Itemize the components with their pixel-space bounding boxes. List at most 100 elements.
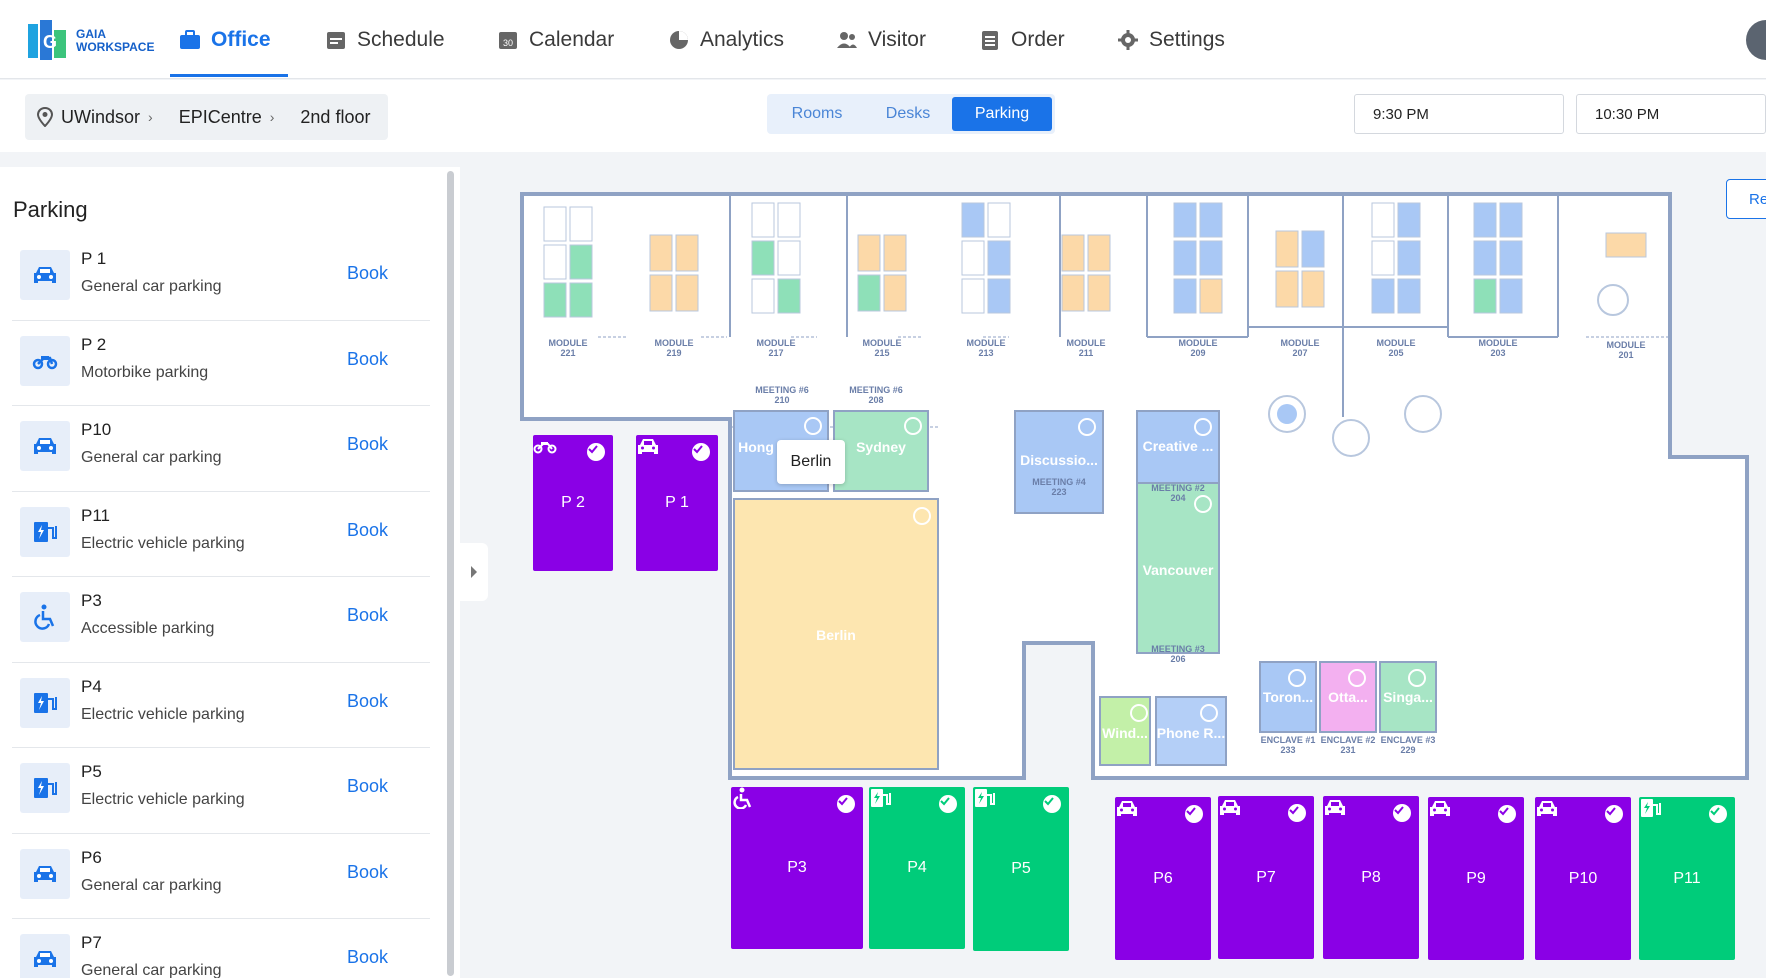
available-check-icon — [1605, 805, 1623, 823]
parking-spot-p4[interactable]: P4 — [869, 787, 965, 949]
room-phone[interactable]: Phone R... — [1156, 725, 1226, 741]
parking-spot-p11[interactable]: P11 — [1639, 797, 1735, 960]
room-windsor[interactable]: Wind... — [1100, 725, 1150, 741]
nav-office[interactable]: Office — [179, 0, 271, 79]
room-vancouver[interactable]: Vancouver — [1137, 562, 1219, 578]
parking-sidebar: Parking P 1 General car parking Book P 2… — [0, 167, 460, 978]
room-discussion[interactable]: Discussio... — [1015, 452, 1103, 468]
list-item[interactable]: P11 Electric vehicle parking Book — [12, 492, 430, 577]
room-ottawa[interactable]: Otta... — [1320, 689, 1376, 705]
parking-list: P 1 General car parking Book P 2 Motorbi… — [12, 235, 430, 978]
list-item[interactable]: P6 General car parking Book — [12, 834, 430, 919]
parking-spot-p10[interactable]: P10 — [1535, 797, 1631, 960]
location-bar: UWindsor › EPICentre › 2nd floor Rooms D… — [0, 80, 1766, 152]
parking-spot-label: P3 — [787, 859, 807, 876]
start-time-input[interactable]: 9:30 PM — [1354, 94, 1564, 134]
module-label: MODULE 207 — [1280, 338, 1320, 358]
tab-desks[interactable]: Desks — [864, 97, 952, 131]
book-button[interactable]: Book — [347, 691, 388, 712]
available-check-icon — [1498, 805, 1516, 823]
parking-spot-label: P 1 — [665, 494, 689, 511]
parking-spot-p3[interactable]: P3 — [731, 787, 863, 949]
parking-spot-label: P4 — [907, 859, 927, 876]
module-label: MODULE 205 — [1376, 338, 1416, 358]
available-check-icon — [1185, 805, 1203, 823]
user-avatar[interactable] — [1746, 20, 1766, 60]
list-item[interactable]: P 1 General car parking Book — [12, 235, 430, 321]
book-button[interactable]: Book — [347, 605, 388, 626]
nav-settings-label: Settings — [1149, 27, 1225, 51]
spot-description: Electric vehicle parking — [81, 705, 245, 723]
available-check-icon — [692, 443, 710, 461]
nav-calendar[interactable]: 30 Calendar — [497, 0, 614, 79]
module-label: MODULE 213 — [966, 338, 1006, 358]
spot-description: Motorbike parking — [81, 363, 209, 381]
spot-icon-box — [20, 335, 70, 386]
breadcrumb-campus[interactable]: UWindsor — [61, 107, 140, 128]
spot-name: P 1 — [81, 249, 107, 268]
spot-description: General car parking — [81, 876, 222, 894]
parking-spot-p8[interactable]: P8 — [1323, 796, 1419, 959]
spot-name: P11 — [81, 505, 110, 525]
room-code-label: ENCLAVE #3 229 — [1380, 735, 1436, 755]
nav-schedule[interactable]: Schedule — [325, 0, 445, 79]
room-code-label: MEETING #3 206 — [1151, 644, 1205, 664]
briefcase-icon — [180, 29, 200, 49]
nav-settings[interactable]: Settings — [1117, 0, 1225, 79]
book-button[interactable]: Book — [347, 947, 388, 968]
parking-spot-p9[interactable]: P9 — [1428, 797, 1524, 960]
nav-visitor[interactable]: Visitor — [836, 0, 926, 79]
parking-spot-p1[interactable]: P 1 — [636, 435, 718, 571]
room-berlin[interactable]: Berlin — [734, 627, 938, 643]
list-item[interactable]: P5 Electric vehicle parking Book — [12, 748, 430, 834]
parking-spot-p2[interactable]: P 2 — [533, 435, 613, 571]
book-button[interactable]: Book — [347, 862, 388, 883]
available-check-icon — [939, 795, 957, 813]
breadcrumb-building[interactable]: EPICentre — [179, 107, 262, 128]
book-button[interactable]: Book — [347, 263, 388, 284]
app-logo[interactable]: G GAIA WORKSPACE — [26, 18, 156, 62]
ev-charger-icon — [34, 692, 57, 713]
book-button[interactable]: Book — [347, 776, 388, 797]
ev-charger-icon — [34, 778, 57, 798]
room-sydney[interactable]: Sydney — [834, 439, 928, 455]
car-icon — [34, 951, 56, 967]
end-time-input[interactable]: 10:30 PM — [1576, 94, 1766, 134]
room-toronto[interactable]: Toron... — [1260, 689, 1316, 705]
parking-spot-p7[interactable]: P7 — [1218, 796, 1314, 959]
spot-icon-box — [20, 848, 70, 899]
room-available-check — [1200, 704, 1218, 722]
sidebar-toggle[interactable] — [460, 543, 488, 601]
room-code-label: MEETING #6 210 — [755, 385, 809, 405]
list-item[interactable]: P3 Accessible parking Book — [12, 577, 430, 663]
reset-button[interactable]: Re — [1726, 179, 1766, 219]
list-item[interactable]: P7 General car parking Book — [12, 919, 430, 978]
book-button[interactable]: Book — [347, 349, 388, 370]
breadcrumb-floor[interactable]: 2nd floor — [300, 107, 370, 128]
car-icon — [1220, 800, 1240, 815]
floor-map: MODULE 221 MODULE 219 MODULE 217 MODULE 215 … — [490, 167, 1766, 978]
parking-spot-p6[interactable]: P6 — [1115, 797, 1211, 960]
gear-icon — [1118, 29, 1138, 50]
room-creative[interactable]: Creative ... — [1137, 438, 1219, 454]
svg-text:30: 30 — [503, 38, 513, 48]
sidebar-scrollbar[interactable] — [447, 171, 454, 976]
room-hong[interactable]: Hong — [736, 439, 776, 455]
room-singapore[interactable]: Singa... — [1380, 689, 1436, 705]
caret-right-icon — [471, 566, 477, 578]
list-item[interactable]: P4 Electric vehicle parking Book — [12, 663, 430, 748]
book-button[interactable]: Book — [347, 520, 388, 541]
list-item[interactable]: P 2 Motorbike parking Book — [12, 321, 430, 406]
nav-order[interactable]: Order — [979, 0, 1065, 79]
breadcrumb[interactable]: UWindsor › EPICentre › 2nd floor — [25, 94, 389, 140]
nav-analytics[interactable]: Analytics — [668, 0, 784, 79]
parking-spot-p5[interactable]: P5 — [973, 787, 1069, 951]
book-button[interactable]: Book — [347, 434, 388, 455]
tab-parking[interactable]: Parking — [952, 97, 1052, 131]
car-icon — [1325, 800, 1345, 815]
tab-rooms[interactable]: Rooms — [770, 97, 864, 131]
list-item[interactable]: P10 General car parking Book — [12, 406, 430, 492]
logo-text: GAIA WORKSPACE — [76, 28, 154, 54]
car-icon — [1430, 801, 1450, 816]
module-label: MODULE 217 — [756, 338, 796, 358]
